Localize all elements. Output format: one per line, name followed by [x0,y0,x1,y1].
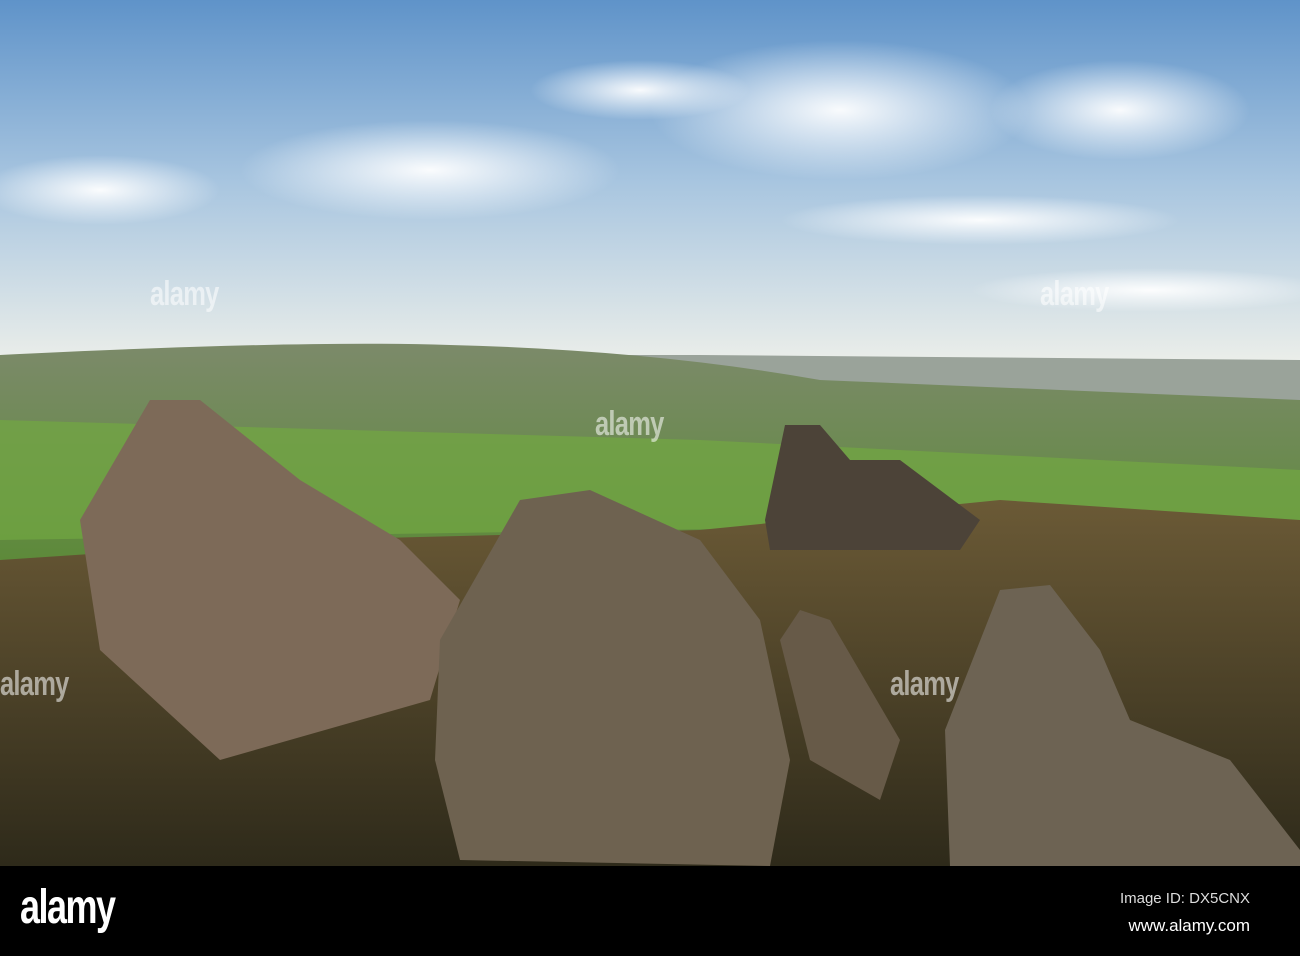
watermark: alamy [890,665,959,703]
alamy-logo: alamy [20,881,116,934]
footer-bar: alamy Image ID: DX5CNX www.alamy.com [0,866,1300,956]
image-id: Image ID: DX5CNX [1119,890,1250,907]
watermark: alamy [595,405,664,443]
watermark: alamy [150,275,219,313]
stock-photo: alamy alamy alamy alamy alamy alamy Imag… [0,0,1300,956]
watermark: alamy [1040,275,1109,313]
website-link[interactable]: www.alamy.com [1128,916,1250,936]
watermark: alamy [0,665,69,703]
